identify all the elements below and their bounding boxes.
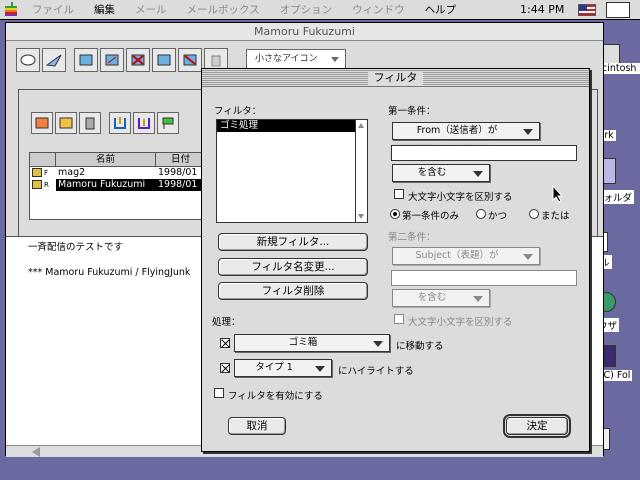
action2-checkbox[interactable] [220, 363, 230, 373]
mailbox-icon[interactable] [16, 48, 40, 72]
menu-clock: 1:44 PM [520, 3, 565, 16]
enable-filter-label: フィルタを有効にする [228, 391, 323, 402]
row-name: mag2 [58, 167, 86, 178]
read-flag-icon: F [30, 167, 56, 179]
logic-or-label: または [541, 211, 570, 222]
menu-mailbox[interactable]: メールボックス [177, 0, 270, 20]
cancel-button[interactable]: 取消 [228, 417, 286, 435]
condition2-case-checkbox[interactable] [394, 314, 404, 324]
us-flag-icon[interactable] [578, 4, 596, 16]
menu-window[interactable]: ウィンドウ [342, 0, 415, 20]
enable-filter-checkbox[interactable] [214, 388, 224, 398]
scroll-left-icon[interactable] [32, 447, 40, 457]
download-icon[interactable] [109, 112, 131, 134]
condition2-operator-select[interactable]: を含む [392, 289, 490, 307]
condition1-label: 第一条件： [388, 106, 436, 117]
logic-only-first-label: 第一条件のみ [402, 211, 460, 222]
rename-filter-button[interactable]: フィルタ名変更... [218, 258, 368, 276]
compose-icon[interactable] [31, 112, 53, 134]
logic-and-label: かつ [488, 211, 508, 222]
logic-and-radio[interactable] [476, 209, 486, 219]
action1-checkbox[interactable] [220, 338, 230, 348]
header-icon-col [30, 153, 56, 166]
send-icon[interactable] [42, 48, 66, 72]
filter-dialog: フィルタ フィルタ： ゴミ処理 新規フィルタ... フィルタ名変更... フィル… [201, 68, 590, 452]
chevron-down-icon [523, 129, 533, 135]
chevron-down-icon [315, 366, 325, 372]
condition1-field-value: From（送信者）が [416, 125, 498, 136]
menu-mail[interactable]: メール [125, 0, 177, 20]
action1-target-value: ゴミ箱 [288, 337, 318, 348]
condition2-value-input[interactable] [391, 270, 577, 286]
condition2-case-label: 大文字小文字を区別する [408, 317, 513, 328]
filter-dialog-titlebar[interactable]: フィルタ [202, 69, 589, 87]
chevron-down-icon [331, 57, 339, 62]
scroll-up-icon[interactable] [358, 123, 364, 128]
no-send-icon[interactable] [178, 48, 202, 72]
filter-list-item[interactable]: ゴミ処理 [217, 120, 355, 132]
condition1-operator-value: を含む [417, 167, 447, 178]
condition1-case-checkbox[interactable] [394, 189, 404, 199]
row-name: Mamoru Fukuzumi [58, 179, 146, 190]
chevron-down-icon [473, 296, 483, 302]
condition1-value-input[interactable] [391, 145, 577, 161]
action2-suffix: にハイライトする [338, 366, 414, 377]
trash-icon[interactable] [79, 112, 101, 134]
action2-type-value: タイプ 1 [255, 362, 293, 373]
reply-icon[interactable] [100, 48, 124, 72]
row-date: 1998/01 [158, 179, 198, 190]
filter-list-scrollbar[interactable] [355, 120, 367, 222]
scroll-down-icon[interactable] [358, 214, 364, 219]
forward-icon[interactable] [152, 48, 176, 72]
reply-flag-icon: R [30, 179, 56, 191]
apple-menu-icon[interactable] [0, 0, 22, 20]
condition2-field-select[interactable]: Subject（表題）が [392, 247, 540, 265]
filter-dialog-title: フィルタ [367, 71, 424, 85]
flag-icon[interactable] [157, 112, 179, 134]
upload-icon[interactable] [133, 112, 155, 134]
condition1-operator-select[interactable]: を含む [392, 164, 490, 182]
main-toolbar [16, 48, 228, 74]
action-label: 処理： [212, 317, 241, 328]
mouse-cursor-icon [552, 185, 564, 203]
view-mode-select[interactable]: 小さなアイコン [246, 49, 346, 69]
filter-list[interactable]: ゴミ処理 [216, 119, 368, 223]
header-date[interactable]: 日付 [156, 153, 206, 166]
application-menu-icon[interactable] [606, 2, 630, 18]
ok-button[interactable]: 決定 [503, 414, 571, 438]
menu-help[interactable]: ヘルプ [415, 0, 467, 20]
logic-or-radio[interactable] [529, 209, 539, 219]
delete-filter-button[interactable]: フィルタ削除 [218, 282, 368, 300]
action1-target-select[interactable]: ゴミ箱 [234, 334, 390, 352]
condition2-field-value: Subject（表題）が [415, 250, 499, 261]
condition1-case-label: 大文字小文字を区別する [408, 192, 513, 203]
header-name[interactable]: 名前 [56, 153, 156, 166]
condition2-label: 第二条件： [388, 232, 436, 243]
view-mode-label: 小さなアイコン [255, 54, 318, 64]
action2-type-select[interactable]: タイプ 1 [234, 359, 332, 377]
chevron-down-icon [473, 171, 483, 177]
delete-mail-icon[interactable] [126, 48, 150, 72]
new-filter-button[interactable]: 新規フィルタ... [218, 233, 368, 251]
inbox-toolbar [31, 112, 179, 134]
menu-file[interactable]: ファイル [22, 0, 84, 20]
logic-only-first-radio[interactable] [390, 209, 400, 219]
address-icon[interactable] [55, 112, 77, 134]
filter-list-label: フィルタ： [214, 106, 262, 117]
condition2-operator-value: を含む [417, 292, 447, 303]
chevron-down-icon [373, 341, 383, 347]
condition1-field-select[interactable]: From（送信者）が [392, 122, 540, 140]
new-mail-icon[interactable] [74, 48, 98, 72]
menu-options[interactable]: オプション [270, 0, 343, 20]
menu-edit[interactable]: 編集 [84, 0, 125, 20]
main-window-title[interactable]: Mamoru Fukuzumi [6, 23, 603, 41]
menu-bar: ファイル 編集 メール メールボックス オプション ウィンドウ ヘルプ 1:44… [0, 0, 640, 20]
row-date: 1998/01 [158, 167, 198, 178]
action1-suffix: に移動する [396, 341, 444, 352]
chevron-down-icon [523, 254, 533, 260]
